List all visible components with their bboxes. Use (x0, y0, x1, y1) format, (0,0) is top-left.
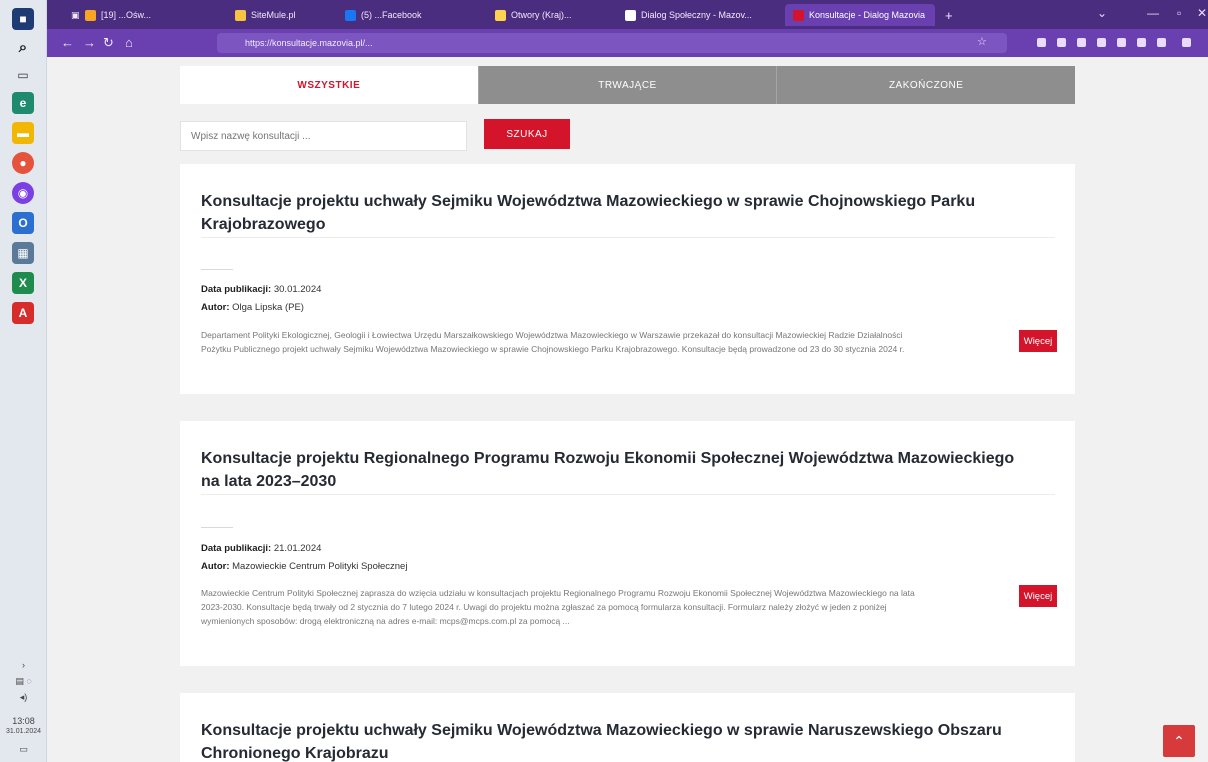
clock-date[interactable]: 31.01.2024 (2, 728, 45, 735)
browser-tab[interactable]: Otwory (Kraj)... (487, 4, 617, 26)
url-bar[interactable]: https://konsultacje.mazovia.pl/... (217, 33, 1007, 53)
menu-icon[interactable] (1182, 38, 1191, 47)
divider (201, 237, 1055, 238)
extension-icon[interactable] (1037, 38, 1046, 47)
divider (201, 494, 1055, 495)
browser-tab-bar: ▣ [19] ...Ośw... SiteMule.pl (5) ...Face… (47, 0, 1208, 29)
tab-finished[interactable]: ZAKOŃCZONE (776, 66, 1076, 104)
back-icon[interactable]: ← (61, 35, 74, 50)
file-explorer-icon[interactable]: ▬ (12, 122, 34, 144)
tab-label: Dialog Społeczny - Mazov... (641, 10, 752, 20)
author: Autor: Olga Lipska (PE) (201, 302, 304, 313)
tab-label: [19] ...Ośw... (101, 10, 152, 20)
tab-favicon (495, 9, 506, 21)
tab-ongoing[interactable]: TRWAJĄCE (477, 66, 777, 104)
date-value: 30.01.2024 (273, 284, 322, 295)
page-content: WSZYSTKIE TRWAJĄCE ZAKOŃCZONE SZUKAJ Kon… (47, 57, 1208, 762)
firefox-icon[interactable]: ● (12, 152, 34, 174)
consultation-card: Konsultacje projektu Regionalnego Progra… (180, 421, 1075, 666)
more-button[interactable]: Więcej (1019, 330, 1057, 352)
clock-time[interactable]: 13:08 (2, 716, 45, 726)
search-button[interactable]: SZUKAJ (484, 119, 570, 149)
extension-icon[interactable] (1077, 38, 1086, 47)
filter-tabs: WSZYSTKIE TRWAJĄCE ZAKOŃCZONE (180, 66, 1076, 104)
more-button[interactable]: Więcej (1019, 585, 1057, 607)
publication-date: Data publikacji: 21.01.2024 (201, 543, 321, 554)
author-value: Mazowieckie Centrum Polityki Społecznej (232, 561, 408, 572)
start-icon[interactable]: ■ (12, 8, 34, 30)
tab-favicon (235, 9, 246, 21)
publication-date: Data publikacji: 30.01.2024 (201, 284, 321, 295)
acrobat-icon[interactable]: A (12, 302, 34, 324)
browser-tab[interactable]: Dialog Społeczny - Mazov... (617, 4, 782, 26)
home-icon[interactable]: ⌂ (125, 35, 133, 50)
consultation-description: Departament Polityki Ekologicznej, Geolo… (201, 330, 905, 354)
consultation-title[interactable]: Konsultacje projektu uchwały Sejmiku Woj… (201, 719, 1021, 762)
divider (201, 269, 233, 270)
maximize-icon[interactable]: ▫ (1177, 6, 1181, 20)
browser-toolbar: ← → ↻ ⌂ https://konsultacje.mazovia.pl/.… (47, 29, 1208, 57)
url-text: https://konsultacje.mazovia.pl/... (245, 38, 373, 48)
edge-icon[interactable]: e (12, 92, 34, 114)
notifications-icon[interactable]: ▭ (2, 744, 45, 755)
tab-label: (5) ...Facebook (361, 10, 422, 20)
date-label: Data publikacji: (201, 543, 272, 554)
search-input[interactable] (180, 121, 467, 151)
tab-label: Otwory (Kraj)... (511, 10, 572, 20)
bookmark-star-icon[interactable]: ☆ (977, 35, 987, 48)
extension-icon[interactable] (1157, 38, 1166, 47)
tab-favicon (345, 9, 356, 21)
extension-icon[interactable] (1097, 38, 1106, 47)
new-tab-icon[interactable]: + (937, 4, 957, 26)
consultation-card: Konsultacje projektu uchwały Sejmiku Woj… (180, 164, 1075, 394)
close-icon[interactable]: ✕ (1197, 6, 1207, 20)
divider (201, 527, 233, 528)
tab-list-icon[interactable]: ⌄ (1097, 6, 1107, 20)
tab-favicon (85, 9, 96, 21)
consultation-title[interactable]: Konsultacje projektu Regionalnego Progra… (201, 447, 1021, 493)
chevron-up-icon[interactable]: › (2, 660, 45, 670)
task-view-icon[interactable]: ▭ (12, 64, 34, 86)
author-label: Autor: (201, 302, 230, 313)
author: Autor: Mazowieckie Centrum Polityki Społ… (201, 561, 407, 572)
browser-tab[interactable]: SiteMule.pl (227, 4, 337, 26)
search-icon[interactable]: ⌕ (12, 36, 34, 58)
consultation-description: Mazowieckie Centrum Polityki Społecznej … (201, 588, 915, 626)
browser-tab-active[interactable]: Konsultacje - Dialog Mazovia (785, 4, 935, 26)
taskbar: ■ ⌕ ▭ e ▬ ● ◉ O ▦ X A › ▤ ◌ ◂) 13:08 31.… (0, 0, 47, 762)
calculator-icon[interactable]: ▦ (12, 242, 34, 264)
excel-icon[interactable]: X (12, 272, 34, 294)
outlook-icon[interactable]: O (12, 212, 34, 234)
tab-favicon (793, 9, 804, 21)
consultation-title[interactable]: Konsultacje projektu uchwały Sejmiku Woj… (201, 190, 1021, 236)
browser-tab[interactable]: [19] ...Ośw... (77, 4, 227, 26)
volume-icon[interactable]: ◂) (2, 692, 45, 703)
browser-icon[interactable]: ◉ (12, 182, 34, 204)
date-value: 21.01.2024 (273, 543, 322, 554)
minimize-icon[interactable]: — (1147, 6, 1159, 20)
reload-icon[interactable]: ↻ (103, 35, 114, 51)
author-value: Olga Lipska (PE) (232, 302, 304, 313)
author-label: Autor: (201, 561, 230, 572)
extension-icon[interactable] (1057, 38, 1066, 47)
browser-tab[interactable]: (5) ...Facebook (337, 4, 487, 26)
date-label: Data publikacji: (201, 284, 272, 295)
extension-icon[interactable] (1137, 38, 1146, 47)
extension-icon[interactable] (1117, 38, 1126, 47)
tab-favicon (625, 9, 636, 21)
tab-label: Konsultacje - Dialog Mazovia (809, 10, 926, 20)
tab-label: SiteMule.pl (251, 10, 296, 20)
tab-all[interactable]: WSZYSTKIE (180, 66, 478, 104)
forward-icon[interactable]: → (83, 35, 96, 50)
network-icon[interactable]: ▤ ◌ (2, 676, 45, 687)
consultation-card: Konsultacje projektu uchwały Sejmiku Woj… (180, 693, 1075, 762)
scroll-to-top-button[interactable]: ⌃ (1163, 725, 1195, 757)
